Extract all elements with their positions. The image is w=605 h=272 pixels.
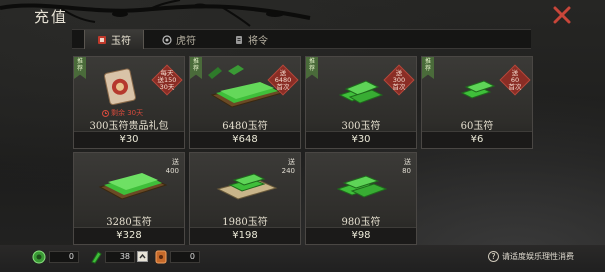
product-card[interactable]: 推荐 送 300 首次 300玉符 ¥30 (305, 56, 417, 149)
product-name: 1980玉符 (222, 217, 268, 228)
tiger-tab-icon (162, 34, 172, 45)
price-button[interactable]: ¥198 (190, 227, 300, 244)
product-name: 60玉符 (460, 121, 494, 132)
product-name: 300玉符贵品礼包 (89, 121, 169, 132)
product-card[interactable]: 送 400 3280玉符 ¥328 (73, 152, 185, 245)
coin-icon (32, 250, 46, 264)
bonus-badge: 送 300 首次 (383, 64, 415, 96)
price-button[interactable]: ¥98 (306, 227, 416, 244)
bonus-label: 送 400 (165, 158, 179, 175)
tab-label: 虎符 (176, 36, 196, 47)
bonus-badge: 每天 送150 30天 (151, 64, 183, 96)
bonus-label: 送 240 (281, 158, 295, 175)
tab-label: 将令 (248, 36, 268, 47)
price-button[interactable]: ¥6 (422, 131, 532, 148)
tab-token[interactable]: 将令 (234, 30, 274, 49)
jade-icon (91, 251, 102, 264)
product-name: 300玉符 (341, 121, 381, 132)
price-button[interactable]: ¥30 (74, 131, 184, 148)
product-card[interactable]: 推荐 送 6480 首次 6480玉符 ¥648 (189, 56, 301, 149)
tab-jade[interactable]: 玉符 (84, 30, 144, 49)
resource-tiger-token: 0 (155, 250, 200, 264)
price-button[interactable]: ¥328 (74, 227, 184, 244)
close-icon[interactable] (553, 6, 571, 24)
footer-hint[interactable]: ? 请适度娱乐理性消费 (488, 251, 574, 262)
tab-tiger[interactable]: 虎符 (162, 30, 202, 49)
add-jade-button[interactable] (137, 251, 148, 262)
product-card[interactable]: 推荐 送 60 首次 60玉符 ¥6 (421, 56, 533, 149)
hint-text: 请适度娱乐理性消费 (502, 252, 574, 261)
help-icon[interactable]: ? (488, 251, 499, 262)
bonus-badge: 送 6480 首次 (267, 64, 299, 96)
product-card[interactable]: 送 240 1980玉符 ¥198 (189, 152, 301, 245)
jade-pile-icon (336, 175, 388, 198)
clock-icon (102, 109, 109, 117)
resource-jade: 38 (90, 250, 135, 264)
token-tab-icon (236, 35, 242, 44)
product-card[interactable]: 送 80 980玉符 ¥98 (305, 152, 417, 245)
bonus-badge: 送 60 首次 (499, 64, 531, 96)
price-button[interactable]: ¥30 (306, 131, 416, 148)
product-name: 3280玉符 (106, 217, 152, 228)
window-title: 充值 (34, 8, 69, 26)
bonus-label: 送 80 (402, 158, 411, 175)
resource-coin: 0 (32, 250, 79, 264)
price-button[interactable]: ¥648 (190, 131, 300, 148)
product-name: 6480玉符 (222, 121, 268, 132)
tiger-token-icon (155, 250, 167, 264)
product-name: 980玉符 (341, 217, 381, 228)
tab-bar: 玉符 虎符 将令 (72, 29, 531, 49)
tab-label: 玉符 (111, 36, 131, 47)
product-card[interactable]: 推荐 每天 送150 30天 剩余 30天 300玉符贵品礼包 ¥30 (73, 56, 185, 149)
jade-tab-icon (98, 35, 106, 44)
